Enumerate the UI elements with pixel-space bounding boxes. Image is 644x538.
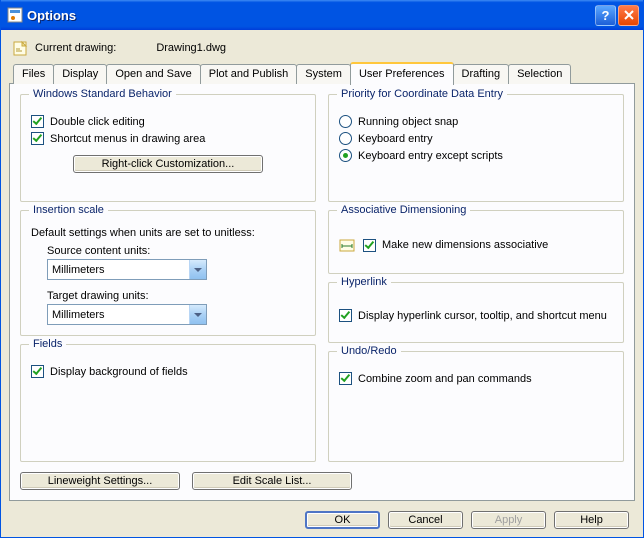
group-legend: Associative Dimensioning (337, 204, 470, 216)
check-icon (31, 115, 44, 128)
radio-icon (339, 149, 352, 162)
source-units-label: Source content units: (47, 245, 305, 257)
check-icon (339, 309, 352, 322)
dialog-button-row: OK Cancel Apply Help (9, 501, 635, 529)
cancel-button[interactable]: Cancel (388, 511, 463, 529)
radio-keyboard-entry[interactable]: Keyboard entry (339, 132, 613, 145)
group-legend: Insertion scale (29, 204, 108, 216)
group-fields: Fields Display background of fields (20, 344, 316, 462)
group-associative-dimensioning: Associative Dimensioning Make new dimens… (328, 210, 624, 274)
checkbox-double-click-editing[interactable]: Double click editing (31, 115, 305, 128)
apply-button: Apply (471, 511, 546, 529)
radio-label: Running object snap (358, 116, 458, 128)
checkbox-combine-zoom-pan[interactable]: Combine zoom and pan commands (339, 372, 613, 385)
lineweight-settings-button[interactable]: Lineweight Settings... (20, 472, 180, 490)
check-icon (31, 132, 44, 145)
checkbox-label: Display background of fields (50, 366, 188, 378)
group-legend: Priority for Coordinate Data Entry (337, 88, 507, 100)
insertion-scale-note: Default settings when units are set to u… (31, 227, 305, 239)
checkbox-label: Combine zoom and pan commands (358, 373, 532, 385)
titlebar[interactable]: Options ? (1, 0, 643, 30)
tab-system[interactable]: System (296, 64, 351, 84)
chevron-down-icon (189, 260, 206, 279)
check-icon (31, 365, 44, 378)
right-click-customization-button[interactable]: Right-click Customization... (73, 155, 263, 173)
tab-page-user-preferences: Windows Standard Behavior Double click e… (9, 83, 635, 501)
group-legend: Undo/Redo (337, 345, 401, 357)
help-button[interactable]: Help (554, 511, 629, 529)
radio-label: Keyboard entry (358, 133, 433, 145)
group-legend: Hyperlink (337, 276, 391, 288)
radio-icon (339, 115, 352, 128)
target-units-select[interactable]: Millimeters (47, 304, 207, 325)
select-value: Millimeters (52, 264, 105, 276)
radio-icon (339, 132, 352, 145)
checkbox-label: Display hyperlink cursor, tooltip, and s… (358, 310, 607, 322)
checkbox-label: Make new dimensions associative (382, 239, 548, 251)
check-icon (363, 239, 376, 252)
radio-keyboard-except-scripts[interactable]: Keyboard entry except scripts (339, 149, 613, 162)
group-legend: Windows Standard Behavior (29, 88, 176, 100)
current-drawing-row: Current drawing: Drawing1.dwg (9, 36, 635, 62)
ok-button[interactable]: OK (305, 511, 380, 529)
checkbox-display-field-background[interactable]: Display background of fields (31, 365, 305, 378)
window-title: Options (27, 8, 593, 23)
chevron-down-icon (189, 305, 206, 324)
checkbox-hyperlink-cursor[interactable]: Display hyperlink cursor, tooltip, and s… (339, 309, 613, 322)
group-windows-standard-behavior: Windows Standard Behavior Double click e… (20, 94, 316, 202)
tabstrip: Files Display Open and Save Plot and Pub… (9, 62, 635, 84)
group-hyperlink: Hyperlink Display hyperlink cursor, tool… (328, 282, 624, 343)
current-drawing-label: Current drawing: (35, 42, 116, 54)
radio-label: Keyboard entry except scripts (358, 150, 503, 162)
checkbox-associative-dims[interactable]: Make new dimensions associative (339, 237, 613, 253)
source-units-select[interactable]: Millimeters (47, 259, 207, 280)
tab-selection[interactable]: Selection (508, 64, 571, 84)
current-drawing-value: Drawing1.dwg (156, 42, 226, 54)
target-units-label: Target drawing units: (47, 290, 305, 302)
options-dialog: Options ? Current drawing: Drawing1.dwg … (0, 0, 644, 538)
group-priority-coord-entry: Priority for Coordinate Data Entry Runni… (328, 94, 624, 202)
tab-plot-and-publish[interactable]: Plot and Publish (200, 64, 298, 84)
drawing-file-icon (13, 40, 29, 56)
tab-user-preferences[interactable]: User Preferences (350, 62, 454, 85)
app-icon (7, 7, 23, 23)
group-undo-redo: Undo/Redo Combine zoom and pan commands (328, 351, 624, 462)
tab-display[interactable]: Display (53, 64, 107, 84)
titlebar-close-button[interactable] (618, 5, 639, 26)
tab-drafting[interactable]: Drafting (453, 64, 510, 84)
checkbox-label: Double click editing (50, 116, 145, 128)
checkbox-shortcut-menus[interactable]: Shortcut menus in drawing area (31, 132, 305, 145)
tab-files[interactable]: Files (13, 64, 54, 84)
dimension-icon (339, 237, 355, 253)
checkbox-label: Shortcut menus in drawing area (50, 133, 205, 145)
radio-running-osnap[interactable]: Running object snap (339, 115, 613, 128)
titlebar-help-button[interactable]: ? (595, 5, 616, 26)
group-insertion-scale: Insertion scale Default settings when un… (20, 210, 316, 336)
tab-open-and-save[interactable]: Open and Save (106, 64, 200, 84)
group-legend: Fields (29, 338, 66, 350)
edit-scale-list-button[interactable]: Edit Scale List... (192, 472, 352, 490)
select-value: Millimeters (52, 309, 105, 321)
check-icon (339, 372, 352, 385)
